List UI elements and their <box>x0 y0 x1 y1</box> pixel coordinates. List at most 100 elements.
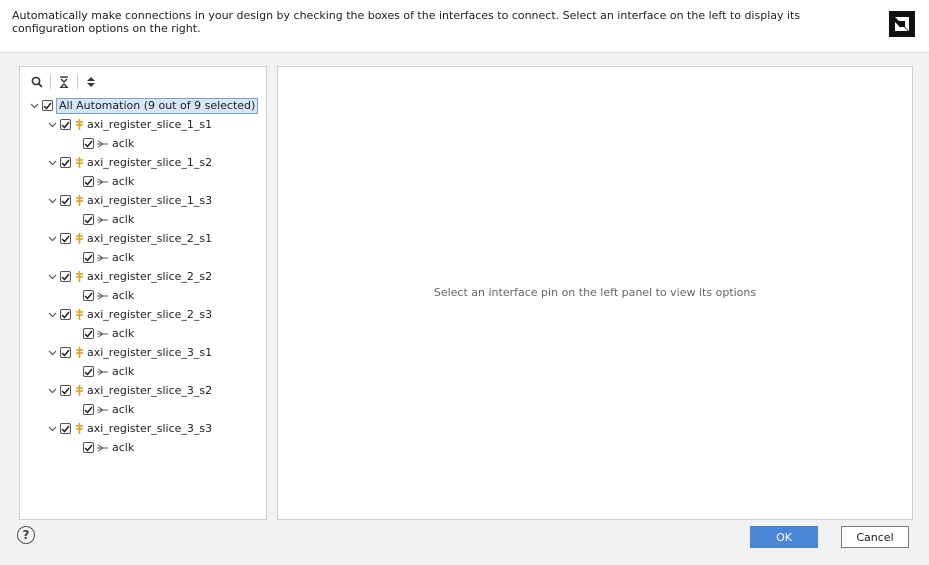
tree-interface-row[interactable]: axi_register_slice_2_s2 <box>20 267 266 286</box>
chevron-down-icon[interactable] <box>46 233 58 245</box>
pin-checkbox[interactable] <box>83 290 94 301</box>
interface-checkbox[interactable] <box>60 309 71 320</box>
tree-pin-row[interactable]: aclk <box>20 172 266 191</box>
clock-pin-icon <box>97 291 109 301</box>
root-label: All Automation (9 out of 9 selected) <box>56 97 259 114</box>
chevron-down-icon[interactable] <box>28 100 40 112</box>
interface-checkbox[interactable] <box>60 271 71 282</box>
tree-pin-row[interactable]: aclk <box>20 324 266 343</box>
pin-label: aclk <box>112 251 135 264</box>
pin-label: aclk <box>112 137 135 150</box>
clock-pin-icon <box>97 405 109 415</box>
interface-checkbox[interactable] <box>60 347 71 358</box>
tree-interface-row[interactable]: axi_register_slice_1_s1 <box>20 115 266 134</box>
clock-pin-icon <box>97 329 109 339</box>
interface-label: axi_register_slice_3_s3 <box>87 422 213 435</box>
pin-checkbox[interactable] <box>83 252 94 263</box>
interface-checkbox[interactable] <box>60 423 71 434</box>
pin-label: aclk <box>112 327 135 340</box>
tree-interface-row[interactable]: axi_register_slice_3_s2 <box>20 381 266 400</box>
clock-pin-icon <box>97 253 109 263</box>
chevron-down-icon[interactable] <box>46 347 58 359</box>
clock-pin-icon <box>97 177 109 187</box>
interface-icon <box>74 347 84 359</box>
interface-icon <box>74 385 84 397</box>
tree-pin-row[interactable]: aclk <box>20 134 266 153</box>
interface-icon <box>74 119 84 131</box>
tree-pin-row[interactable]: aclk <box>20 286 266 305</box>
tree-pin-row[interactable]: aclk <box>20 248 266 267</box>
pin-checkbox[interactable] <box>83 214 94 225</box>
chevron-down-icon[interactable] <box>46 309 58 321</box>
toolbar-separator <box>50 75 51 89</box>
interface-icon <box>74 423 84 435</box>
interface-label: axi_register_slice_2_s1 <box>87 232 213 245</box>
interface-tree: All Automation (9 out of 9 selected) axi… <box>20 96 266 457</box>
interface-checkbox[interactable] <box>60 233 71 244</box>
tree-pin-row[interactable]: aclk <box>20 400 266 419</box>
interface-checkbox[interactable] <box>60 385 71 396</box>
pin-label: aclk <box>112 441 135 454</box>
pin-checkbox[interactable] <box>83 366 94 377</box>
tree-interface-row[interactable]: axi_register_slice_2_s3 <box>20 305 266 324</box>
interface-icon <box>74 271 84 283</box>
interface-icon <box>74 157 84 169</box>
clock-pin-icon <box>97 443 109 453</box>
dialog-header: Automatically make connections in your d… <box>0 0 929 53</box>
toolbar-separator <box>77 75 78 89</box>
collapse-all-icon[interactable] <box>55 73 73 91</box>
tree-interface-row[interactable]: axi_register_slice_3_s1 <box>20 343 266 362</box>
cancel-button[interactable]: Cancel <box>841 526 909 548</box>
interface-icon <box>74 309 84 321</box>
pin-checkbox[interactable] <box>83 442 94 453</box>
options-panel: Select an interface pin on the left pane… <box>277 66 913 520</box>
interface-label: axi_register_slice_1_s2 <box>87 156 213 169</box>
pin-checkbox[interactable] <box>83 404 94 415</box>
tree-pin-row[interactable]: aclk <box>20 210 266 229</box>
pin-label: aclk <box>112 365 135 378</box>
expand-all-icon[interactable] <box>82 73 100 91</box>
interface-label: axi_register_slice_2_s3 <box>87 308 213 321</box>
clock-pin-icon <box>97 367 109 377</box>
chevron-down-icon[interactable] <box>46 271 58 283</box>
chevron-down-icon[interactable] <box>46 119 58 131</box>
tree-interface-row[interactable]: axi_register_slice_3_s3 <box>20 419 266 438</box>
chevron-down-icon[interactable] <box>46 195 58 207</box>
interface-icon <box>74 233 84 245</box>
interface-icon <box>74 195 84 207</box>
tree-interface-row[interactable]: axi_register_slice_2_s1 <box>20 229 266 248</box>
interface-label: axi_register_slice_1_s3 <box>87 194 213 207</box>
header-description: Automatically make connections in your d… <box>12 9 801 35</box>
tree-root-row[interactable]: All Automation (9 out of 9 selected) <box>20 96 266 115</box>
chevron-down-icon[interactable] <box>46 157 58 169</box>
search-icon[interactable] <box>28 73 46 91</box>
interface-checkbox[interactable] <box>60 157 71 168</box>
pin-label: aclk <box>112 175 135 188</box>
pin-label: aclk <box>112 289 135 302</box>
interface-label: axi_register_slice_3_s1 <box>87 346 213 359</box>
chevron-down-icon[interactable] <box>46 385 58 397</box>
help-icon[interactable]: ? <box>17 526 35 544</box>
pin-label: aclk <box>112 403 135 416</box>
interface-label: axi_register_slice_2_s2 <box>87 270 213 283</box>
ok-button[interactable]: OK <box>750 526 818 548</box>
amd-logo-icon <box>889 11 915 37</box>
tree-interface-row[interactable]: axi_register_slice_1_s2 <box>20 153 266 172</box>
pin-checkbox[interactable] <box>83 138 94 149</box>
tree-toolbar <box>28 73 100 91</box>
clock-pin-icon <box>97 139 109 149</box>
tree-pin-row[interactable]: aclk <box>20 438 266 457</box>
interface-checkbox[interactable] <box>60 119 71 130</box>
options-placeholder: Select an interface pin on the left pane… <box>433 286 757 299</box>
interface-label: axi_register_slice_3_s2 <box>87 384 213 397</box>
pin-checkbox[interactable] <box>83 176 94 187</box>
pin-checkbox[interactable] <box>83 328 94 339</box>
interface-checkbox[interactable] <box>60 195 71 206</box>
root-checkbox[interactable] <box>42 100 53 111</box>
clock-pin-icon <box>97 215 109 225</box>
pin-label: aclk <box>112 213 135 226</box>
interface-label: axi_register_slice_1_s1 <box>87 118 213 131</box>
chevron-down-icon[interactable] <box>46 423 58 435</box>
tree-pin-row[interactable]: aclk <box>20 362 266 381</box>
tree-interface-row[interactable]: axi_register_slice_1_s3 <box>20 191 266 210</box>
